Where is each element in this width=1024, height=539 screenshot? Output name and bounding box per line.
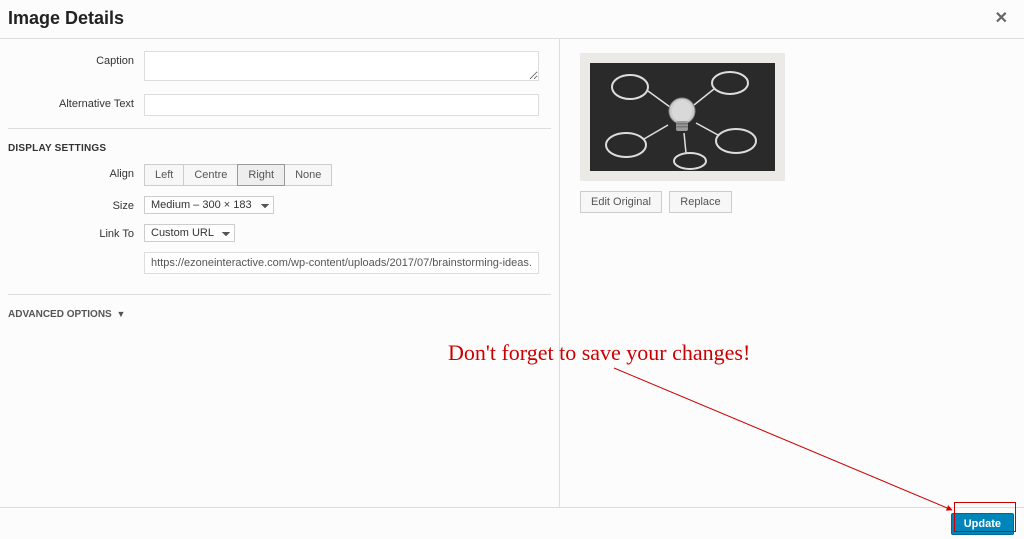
align-row: Align Left Centre Right None (0, 164, 559, 186)
preview-buttons: Edit Original Replace (580, 191, 1024, 213)
align-label: Align (0, 164, 144, 180)
modal-header: Image Details ✕ (0, 0, 1024, 39)
size-select[interactable]: Medium – 300 × 183 (144, 196, 274, 214)
caption-row: Caption (0, 51, 559, 84)
align-right-button[interactable]: Right (237, 164, 285, 186)
caption-input[interactable] (144, 51, 539, 81)
caption-label: Caption (0, 51, 144, 67)
linkto-url-input[interactable] (144, 252, 539, 274)
image-preview (580, 53, 785, 181)
display-settings-heading: DISPLAY SETTINGS (0, 129, 559, 164)
page-title: Image Details (8, 8, 124, 29)
chevron-down-icon: ▼ (117, 309, 126, 319)
size-row: Size Medium – 300 × 183 (0, 196, 559, 214)
advanced-options-label: ADVANCED OPTIONS (8, 309, 112, 320)
replace-button[interactable]: Replace (669, 191, 731, 213)
linkto-select[interactable]: Custom URL (144, 224, 235, 242)
alt-text-label: Alternative Text (0, 94, 144, 110)
close-icon[interactable]: ✕ (989, 6, 1014, 30)
align-centre-button[interactable]: Centre (183, 164, 238, 186)
align-left-button[interactable]: Left (144, 164, 184, 186)
modal-content: Caption Alternative Text DISPLAY SETTING… (0, 39, 1024, 514)
align-button-group: Left Centre Right None (144, 164, 332, 186)
alt-text-row: Alternative Text (0, 94, 559, 116)
annotation-text: Don't forget to save your changes! (448, 340, 750, 366)
edit-original-button[interactable]: Edit Original (580, 191, 662, 213)
advanced-options-toggle[interactable]: ADVANCED OPTIONS ▼ (0, 295, 559, 334)
update-button[interactable]: Update (951, 513, 1014, 535)
settings-pane: Caption Alternative Text DISPLAY SETTING… (0, 39, 560, 514)
align-none-button[interactable]: None (284, 164, 332, 186)
modal-footer: Update (0, 507, 1024, 539)
linkto-url-row (0, 244, 559, 274)
linkto-label: Link To (0, 224, 144, 240)
linkto-row: Link To Custom URL (0, 224, 559, 242)
preview-pane: Edit Original Replace (560, 39, 1024, 514)
size-label: Size (0, 196, 144, 212)
alt-text-input[interactable] (144, 94, 539, 116)
